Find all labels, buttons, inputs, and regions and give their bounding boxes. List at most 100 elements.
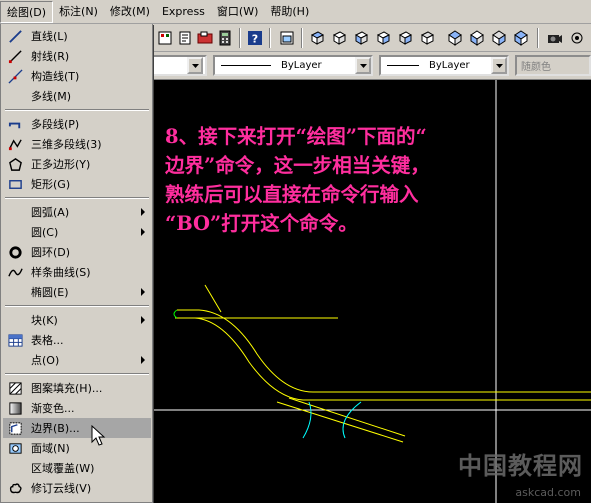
draw-menu-item-label: 矩形(G): [31, 178, 71, 191]
linetype-combo[interactable]: ByLayer: [213, 55, 373, 76]
draw-menu-item[interactable]: 块(K): [3, 310, 151, 330]
draw-menu-item[interactable]: 射线(R): [3, 46, 151, 66]
menu-separator: [5, 197, 149, 199]
draw-menu-item-label: 多段线(P): [31, 118, 80, 131]
draw-menu-item[interactable]: 点(O): [3, 350, 151, 370]
cube-top-icon: [310, 31, 325, 45]
draw-menu-item[interactable]: 三维多段线(3): [3, 134, 151, 154]
annotation-line: “BO”打开这个命令。: [165, 212, 358, 235]
region-icon: [5, 438, 25, 458]
view-ne-iso[interactable]: [489, 28, 509, 48]
draw-menu-item[interactable]: 渐变色...: [3, 398, 151, 418]
draw-menu-item[interactable]: 构造线(T): [3, 66, 151, 86]
polyline-icon: [5, 114, 25, 134]
plotstyle-combo[interactable]: 随颜色: [515, 55, 591, 76]
annotation-line: 熟练后可以直接在命令行输入: [165, 183, 419, 206]
draw-menu-item-label: 椭圆(E): [31, 286, 69, 299]
lineweight-value: ByLayer: [429, 60, 470, 71]
arc-left: [302, 401, 312, 439]
view-back[interactable]: [417, 28, 437, 48]
draw-menu-item[interactable]: 图案填充(H)...: [3, 378, 151, 398]
toolbar-button-help[interactable]: ?: [245, 28, 265, 48]
view-right[interactable]: [373, 28, 393, 48]
draw-menu-item[interactable]: 圆环(D): [3, 242, 151, 262]
menu-draw[interactable]: 绘图(D): [0, 0, 54, 23]
draw-menu-item-label: 构造线(T): [31, 70, 80, 83]
lineweight-combo[interactable]: ByLayer: [379, 55, 509, 76]
view-top[interactable]: [307, 28, 327, 48]
svg-text:?: ?: [252, 33, 258, 46]
watermark-sub: askcad.com: [515, 486, 581, 499]
view-sw-iso[interactable]: [445, 28, 465, 48]
toolbar-button-2[interactable]: [175, 28, 195, 48]
draw-menu-item[interactable]: 圆弧(A): [3, 202, 151, 222]
toolbar-button-more[interactable]: [567, 28, 587, 48]
toolbar-button-1[interactable]: [155, 28, 175, 48]
view-left[interactable]: [351, 28, 371, 48]
menu-help[interactable]: 帮助(H): [264, 1, 315, 23]
boundary-icon: [5, 418, 25, 438]
blank-icon: [5, 282, 25, 302]
submenu-arrow-icon: [141, 228, 145, 236]
menu-modify[interactable]: 修改(M): [104, 1, 156, 23]
draw-menu-item[interactable]: 表格...: [3, 330, 151, 350]
drawing-canvas[interactable]: 8、接下来打开“绘图”下面的“ 边界”命令，这一步相当关键， 熟练后可以直接在命…: [153, 80, 591, 503]
draw-menu-item[interactable]: 多段线(P): [3, 114, 151, 134]
draw-menu-item[interactable]: 样条曲线(S): [3, 262, 151, 282]
draw-menu-item[interactable]: 圆(C): [3, 222, 151, 242]
blank-icon: [5, 202, 25, 222]
cube-right-icon: [376, 31, 391, 45]
mouse-cursor-icon: [91, 425, 106, 446]
properties-icon: [179, 31, 191, 45]
draw-menu-item[interactable]: 椭圆(E): [3, 282, 151, 302]
layer-combo[interactable]: [149, 55, 207, 76]
draw-menu-item[interactable]: 直线(L): [3, 26, 151, 46]
donut-icon: [5, 242, 25, 262]
toolbar-button-view[interactable]: [277, 28, 297, 48]
draw-menu-item-label: 圆环(D): [31, 246, 71, 259]
menu-separator: [5, 373, 149, 375]
draw-menu-item-label: 面域(N): [31, 442, 70, 455]
toolbar-button-3[interactable]: [195, 28, 215, 48]
upper-curve: [177, 309, 591, 393]
iso-ne-icon: [492, 30, 506, 46]
help-icon: ?: [248, 31, 262, 46]
draw-menu-item-label: 修订云线(V): [31, 482, 92, 495]
draw-menu-item[interactable]: 多线(M): [3, 86, 151, 106]
draw-menu-item[interactable]: 矩形(G): [3, 174, 151, 194]
annotation-line: 8、接下来打开“绘图”下面的“: [165, 125, 427, 148]
menu-bar: 绘图(D) 标注(N) 修改(M) Express 窗口(W) 帮助(H): [0, 0, 591, 24]
iso-nw-icon: [514, 30, 528, 46]
menu-dimension[interactable]: 标注(N): [53, 1, 104, 23]
menu-separator: [5, 109, 149, 111]
short-diagonal: [204, 284, 222, 313]
draw-menu-item[interactable]: 区域覆盖(W): [3, 458, 151, 478]
plotstyle-value: 随颜色: [521, 62, 551, 73]
menu-window[interactable]: 窗口(W): [211, 1, 264, 23]
toolpalette-icon: [158, 31, 172, 45]
draw-menu-item[interactable]: 修订云线(V): [3, 478, 151, 498]
draw-menu-item-label: 样条曲线(S): [31, 266, 91, 279]
draw-menu-item[interactable]: 面域(N): [3, 438, 151, 458]
view-bottom[interactable]: [329, 28, 349, 48]
draw-menu-item-label: 正多边形(Y): [31, 158, 91, 171]
hatch-icon: [5, 378, 25, 398]
toolbar-button-4[interactable]: [215, 28, 235, 48]
polygon-icon: [5, 154, 25, 174]
menu-separator: [5, 305, 149, 307]
view-se-iso[interactable]: [467, 28, 487, 48]
view-front[interactable]: [395, 28, 415, 48]
iso-se-icon: [470, 30, 484, 46]
draw-menu-item-label: 直线(L): [31, 30, 68, 43]
draw-menu-item-label: 射线(R): [31, 50, 70, 63]
standard-toolbar: ?: [153, 24, 591, 52]
draw-menu-item-label: 边界(B)...: [31, 422, 80, 435]
menu-express[interactable]: Express: [156, 1, 211, 23]
camera-icon: [548, 35, 562, 43]
toolbar-button-camera[interactable]: [545, 28, 565, 48]
view-nw-iso[interactable]: [511, 28, 531, 48]
ray-icon: [5, 46, 25, 66]
draw-menu-item[interactable]: 边界(B)...: [3, 418, 151, 438]
draw-menu-item[interactable]: 正多边形(Y): [3, 154, 151, 174]
submenu-arrow-icon: [141, 356, 145, 364]
